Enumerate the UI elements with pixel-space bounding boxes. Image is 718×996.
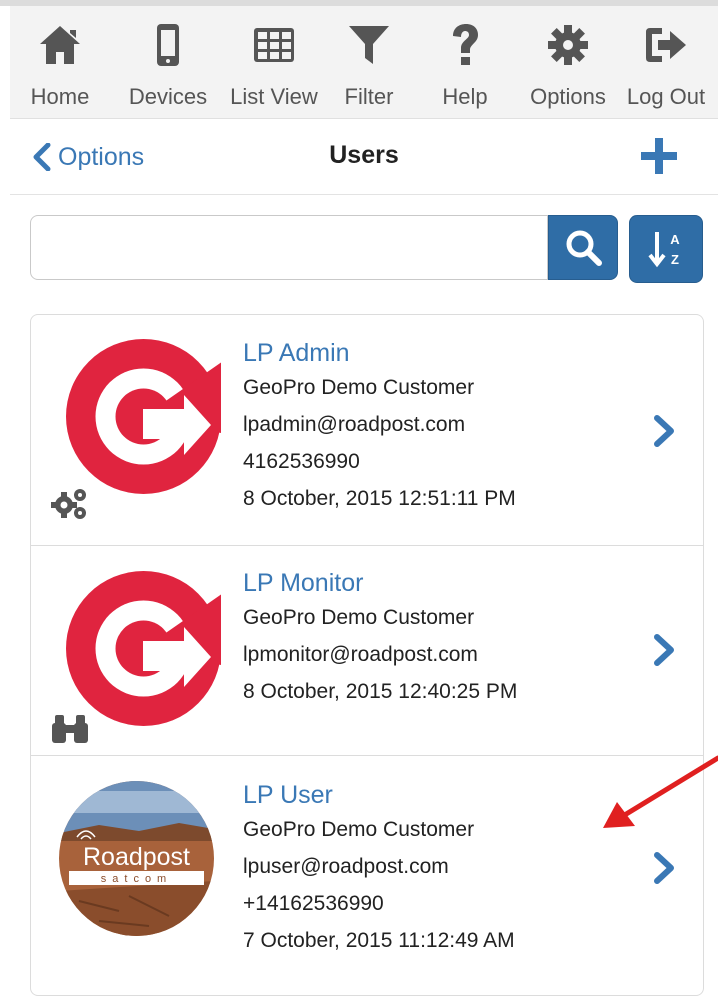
user-email: lpmonitor@roadpost.com [243,643,478,666]
avatar-brand-text: Roadpost [83,843,190,871]
home-icon [38,22,82,68]
user-timestamp: 7 October, 2015 11:12:49 AM [243,929,515,952]
chevron-right-icon [651,414,677,448]
search-input[interactable] [30,215,548,280]
roadpost-satcom-logo-avatar: Roadpost satcom [59,781,214,936]
user-phone: +14162536990 [243,892,384,915]
toolbar-home-label: Home [30,84,90,109]
back-button-label: Options [58,142,145,171]
search-button[interactable] [548,215,618,280]
top-toolbar: Home Devices List View Filter Help Optio… [10,6,718,119]
svg-text:Z: Z [671,252,679,267]
chevron-right-icon [651,633,677,667]
filter-funnel-icon [347,22,391,68]
toolbar-options[interactable]: Options [520,6,616,118]
search-icon [566,230,602,266]
toolbar-help-label: Help [442,84,488,109]
chevron-left-icon [33,143,51,171]
user-list: LP Admin GeoPro Demo Customer lpadmin@ro… [30,314,704,996]
plus-icon [641,138,677,174]
mobile-device-icon [146,22,190,68]
toolbar-logout[interactable]: Log Out [622,6,710,118]
user-name: LP User [243,781,333,809]
user-email: lpuser@roadpost.com [243,855,449,878]
user-phone: 4162536990 [243,450,360,473]
user-customer: GeoPro Demo Customer [243,818,475,841]
gears-icon [51,487,89,521]
toolbar-logout-label: Log Out [626,84,706,109]
annotation-arrow [603,755,718,828]
toolbar-list-view[interactable]: List View [224,6,324,118]
avatar-brand-subtext: satcom [101,873,172,885]
list-item[interactable]: LP Admin GeoPro Demo Customer lpadmin@ro… [31,315,703,546]
sign-out-icon [644,22,688,68]
toolbar-list-view-label: List View [230,84,318,109]
toolbar-options-label: Options [530,84,606,109]
chevron-right-icon [651,851,677,885]
toolbar-help[interactable]: Help [430,6,500,118]
user-customer: GeoPro Demo Customer [243,376,475,399]
user-timestamp: 8 October, 2015 12:51:11 PM [243,487,516,510]
toolbar-devices[interactable]: Devices [122,6,214,118]
table-grid-icon [252,22,296,68]
toolbar-devices-label: Devices [128,84,208,109]
binoculars-icon [51,711,89,745]
user-email: lpadmin@roadpost.com [243,413,466,436]
user-name: LP Admin [243,339,350,367]
toolbar-filter[interactable]: Filter [334,6,404,118]
sort-button[interactable]: A Z [629,215,703,283]
toolbar-filter-label: Filter [344,84,394,109]
user-name: LP Monitor [243,569,364,597]
toolbar-home[interactable]: Home [20,6,100,118]
geopro-logo-avatar [66,571,221,726]
svg-text:A: A [670,232,680,247]
add-user-button[interactable] [636,133,682,179]
user-customer: GeoPro Demo Customer [243,606,475,629]
question-mark-icon [443,22,487,68]
page-header: Options Users [10,119,718,195]
gear-icon [546,22,590,68]
back-button[interactable]: Options [32,141,144,173]
geopro-logo-avatar [66,339,221,494]
sort-alpha-icon: A Z [648,232,680,268]
list-item[interactable]: LP Monitor GeoPro Demo Customer lpmonito… [31,545,703,756]
user-timestamp: 8 October, 2015 12:40:25 PM [243,680,518,703]
